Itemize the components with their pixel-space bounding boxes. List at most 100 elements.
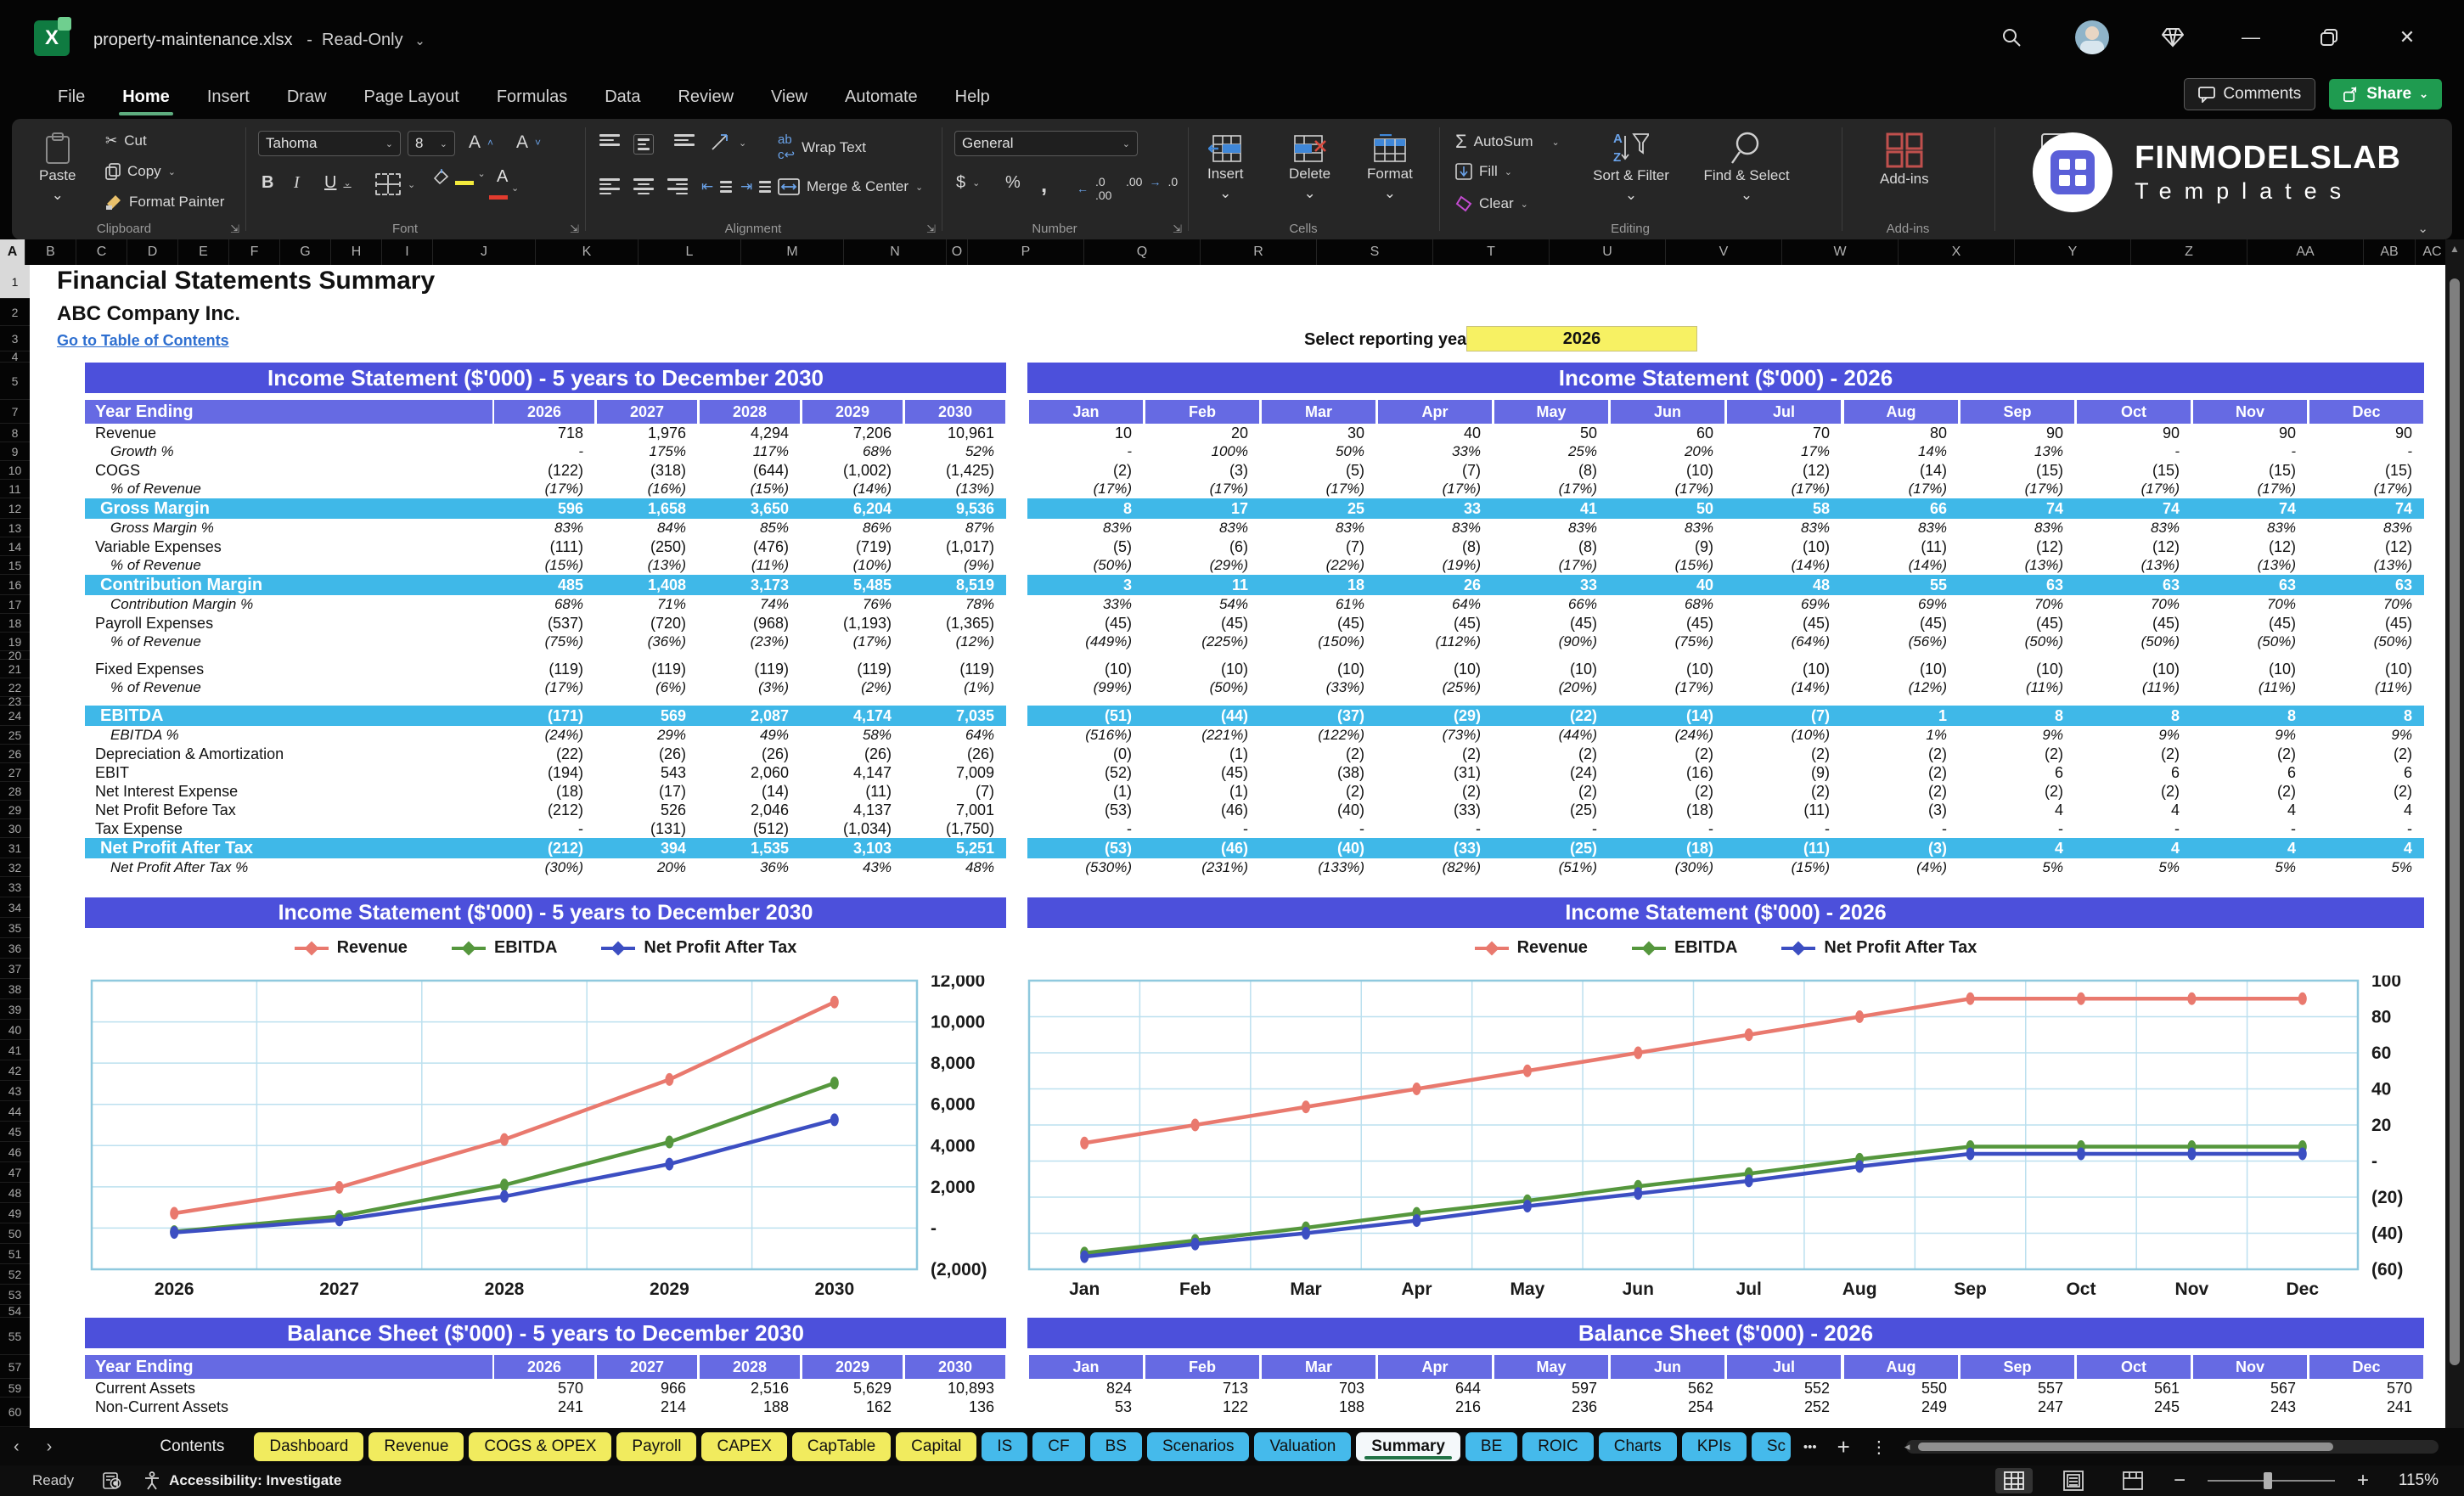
table-cell[interactable]: -: [1027, 442, 1144, 461]
table-cell[interactable]: 8: [2075, 706, 2191, 726]
table-cell[interactable]: 70%: [2191, 595, 2308, 614]
table-cell[interactable]: 188: [698, 1398, 801, 1416]
column-header-M[interactable]: M: [741, 239, 844, 265]
table-cell[interactable]: (14%): [1842, 556, 1959, 575]
sheet-tab-cf[interactable]: CF: [1032, 1432, 1084, 1461]
table-cell[interactable]: (25): [1493, 838, 1609, 858]
table-cell[interactable]: (6): [1144, 537, 1260, 556]
table-cell[interactable]: (2): [1842, 745, 1959, 763]
row-header-47[interactable]: 47: [0, 1162, 30, 1183]
table-cell[interactable]: (45): [2191, 614, 2308, 633]
column-header-E[interactable]: E: [178, 239, 229, 265]
row-header-11[interactable]: 11: [0, 480, 30, 498]
row-header-9[interactable]: 9: [0, 442, 30, 461]
table-cell[interactable]: 80: [1842, 424, 1959, 442]
table-cell[interactable]: (10): [1725, 660, 1842, 678]
table-cell[interactable]: (40): [1260, 838, 1376, 858]
table-cell[interactable]: (171): [492, 706, 595, 726]
income-chart-2026[interactable]: Income Statement ($'000) - 2026RevenueEB…: [1027, 897, 2445, 1300]
table-cell[interactable]: -: [1493, 819, 1609, 838]
row-header-42[interactable]: 42: [0, 1060, 30, 1081]
table-cell[interactable]: 74: [2075, 498, 2191, 519]
table-cell[interactable]: (50%): [1027, 556, 1144, 575]
table-cell[interactable]: 550: [1842, 1379, 1959, 1398]
table-cell[interactable]: (45): [1144, 614, 1260, 633]
table-cell[interactable]: (45): [1144, 763, 1260, 782]
table-cell[interactable]: 83%: [1959, 519, 2075, 537]
table-cell[interactable]: (122): [492, 461, 595, 480]
sheet-tab-capex[interactable]: CAPEX: [701, 1432, 786, 1461]
table-cell[interactable]: 9%: [2308, 726, 2424, 745]
table-cell[interactable]: 7,206: [801, 424, 903, 442]
column-header-V[interactable]: V: [1666, 239, 1782, 265]
column-header-AC[interactable]: AC: [2416, 239, 2450, 265]
table-cell[interactable]: (2): [1027, 461, 1144, 480]
table-cell[interactable]: 1,408: [595, 575, 698, 595]
sheet-tab-dashboard[interactable]: Dashboard: [254, 1432, 363, 1461]
column-header-F[interactable]: F: [229, 239, 280, 265]
table-cell[interactable]: -: [2191, 819, 2308, 838]
table-cell[interactable]: (3): [1144, 461, 1260, 480]
table-cell[interactable]: (9): [1609, 537, 1725, 556]
column-header-K[interactable]: K: [536, 239, 639, 265]
table-cell[interactable]: 175%: [595, 442, 698, 461]
table-cell[interactable]: (50%): [2191, 633, 2308, 651]
table-cell[interactable]: (225%): [1144, 633, 1260, 651]
table-cell[interactable]: (2): [1260, 782, 1376, 801]
row-label[interactable]: % of Revenue: [85, 480, 492, 498]
table-cell[interactable]: (26): [903, 745, 1006, 763]
table-cell[interactable]: 4: [1959, 838, 2075, 858]
table-cell[interactable]: 7,001: [903, 801, 1006, 819]
table-cell[interactable]: (14): [698, 782, 801, 801]
sheet-nav-next-icon[interactable]: ›: [33, 1437, 66, 1457]
row-label[interactable]: Contribution Margin: [85, 575, 492, 595]
minimize-button[interactable]: —: [2236, 23, 2265, 52]
table-cell[interactable]: 713: [1144, 1379, 1260, 1398]
table-cell[interactable]: (150%): [1260, 633, 1376, 651]
table-cell[interactable]: 90: [1959, 424, 2075, 442]
column-header-N[interactable]: N: [844, 239, 947, 265]
table-cell[interactable]: 17: [1144, 498, 1260, 519]
decrease-decimal-icon[interactable]: .00→.0: [1126, 175, 1178, 188]
row-label[interactable]: Growth %: [85, 442, 492, 461]
table-cell[interactable]: 74%: [698, 595, 801, 614]
table-cell[interactable]: 70%: [2075, 595, 2191, 614]
table-cell[interactable]: 2,087: [698, 706, 801, 726]
table-cell[interactable]: (11%): [698, 556, 801, 575]
table-cell[interactable]: 570: [2308, 1379, 2424, 1398]
table-cell[interactable]: 4: [1959, 801, 2075, 819]
table-cell[interactable]: 6: [2075, 763, 2191, 782]
font-size-select[interactable]: 8⌄: [408, 131, 455, 156]
currency-button[interactable]: $ ⌄: [956, 173, 980, 193]
row-header-52[interactable]: 52: [0, 1264, 30, 1285]
table-cell[interactable]: (10): [2075, 660, 2191, 678]
table-cell[interactable]: 60: [1609, 424, 1725, 442]
table-cell[interactable]: (10): [1959, 660, 2075, 678]
table-cell[interactable]: (29%): [1144, 556, 1260, 575]
table-cell[interactable]: 6: [2308, 763, 2424, 782]
table-cell[interactable]: -: [1144, 819, 1260, 838]
table-cell[interactable]: (7): [1376, 461, 1493, 480]
grow-font-button[interactable]: A˄: [469, 132, 493, 153]
table-cell[interactable]: (44): [1144, 706, 1260, 726]
table-cell[interactable]: (10%): [1725, 726, 1842, 745]
table-cell[interactable]: (11): [1725, 838, 1842, 858]
table-cell[interactable]: (231%): [1144, 858, 1260, 877]
table-cell[interactable]: 83%: [1842, 519, 1959, 537]
row-header-15[interactable]: 15: [0, 556, 30, 575]
row-label[interactable]: Current Assets: [85, 1379, 492, 1398]
table-cell[interactable]: 245: [2075, 1398, 2191, 1416]
table-cell[interactable]: 100%: [1144, 442, 1260, 461]
table-cell[interactable]: -: [492, 819, 595, 838]
table-cell[interactable]: 26: [1376, 575, 1493, 595]
table-cell[interactable]: (1,034): [801, 819, 903, 838]
menu-tab-review[interactable]: Review: [659, 81, 752, 114]
italic-button[interactable]: I: [294, 173, 300, 193]
table-cell[interactable]: 4,174: [801, 706, 903, 726]
table-cell[interactable]: (33%): [1260, 678, 1376, 697]
table-cell[interactable]: (3): [1842, 801, 1959, 819]
table-cell[interactable]: (13%): [2191, 556, 2308, 575]
table-cell[interactable]: (20%): [1493, 678, 1609, 697]
column-header-Q[interactable]: Q: [1084, 239, 1201, 265]
table-cell[interactable]: 5%: [2308, 858, 2424, 877]
